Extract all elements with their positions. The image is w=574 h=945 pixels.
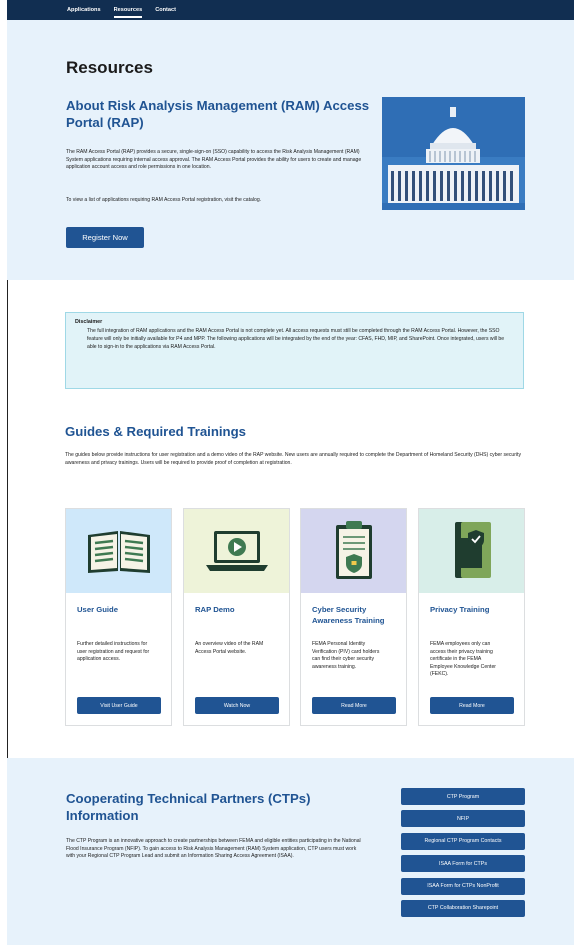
hero-section: Resources About Risk Analysis Management… bbox=[7, 20, 574, 280]
card-title: RAP Demo bbox=[195, 605, 235, 614]
card-description: FEMA employees only can access their pri… bbox=[430, 641, 496, 677]
nav-contact[interactable]: Contact bbox=[155, 0, 176, 20]
ctp-section: Cooperating Technical Partners (CTPs) In… bbox=[7, 758, 574, 945]
shield-book-icon bbox=[419, 509, 524, 593]
guides-heading: Guides & Required Trainings bbox=[65, 424, 246, 439]
watch-now-button[interactable]: Watch Now bbox=[195, 697, 279, 714]
card-title: Cyber Security Awareness Training bbox=[312, 605, 385, 625]
user-guide-card: User Guide Further detailed instructions… bbox=[65, 508, 172, 726]
card-title: Privacy Training bbox=[430, 605, 490, 614]
cyber-security-card: Cyber Security Awareness Training FEMA P… bbox=[300, 508, 407, 726]
disclaimer-text: The full integration of RAM applications… bbox=[87, 328, 505, 350]
ctp-program-button[interactable]: CTP Program bbox=[401, 788, 525, 805]
card-description: Further detailed instructions for user r… bbox=[77, 641, 150, 662]
disclaimer-title: Disclaimer bbox=[75, 319, 103, 325]
card-title: User Guide bbox=[77, 605, 119, 614]
isaa-form-ctps-button[interactable]: ISAA Form for CTPs bbox=[401, 855, 525, 873]
ctp-sharepoint-button[interactable]: CTP Collaboration Sharepoint bbox=[401, 899, 525, 917]
clipboard-shield-icon bbox=[301, 509, 406, 593]
disclaimer-box: Disclaimer The full integration of RAM a… bbox=[65, 312, 524, 389]
catalog-text: To view a list of applications requiring… bbox=[66, 197, 262, 203]
laptop-play-icon bbox=[184, 509, 289, 593]
read-more-cyber-button[interactable]: Read More bbox=[312, 697, 396, 714]
nav-resources[interactable]: Resources bbox=[113, 0, 142, 20]
page-title: Resources bbox=[66, 58, 153, 77]
read-more-privacy-button[interactable]: Read More bbox=[430, 697, 514, 714]
ctp-heading: Cooperating Technical Partners (CTPs) In… bbox=[66, 791, 311, 823]
card-description: FEMA Personal Identity Verification (PIV… bbox=[312, 641, 380, 670]
book-icon bbox=[66, 509, 171, 593]
regional-ctp-contacts-button[interactable]: Regional CTP Program Contacts bbox=[401, 832, 525, 850]
card-description: An overview video of the RAM Access Port… bbox=[195, 641, 264, 655]
ctp-links: CTP Program NFIP Regional CTP Program Co… bbox=[401, 788, 525, 917]
rap-heading: About Risk Analysis Management (RAM) Acc… bbox=[66, 98, 370, 130]
top-navigation: Applications Resources Contact bbox=[7, 0, 574, 20]
visit-user-guide-button[interactable]: Visit User Guide bbox=[77, 697, 161, 714]
register-now-button[interactable]: Register Now bbox=[66, 227, 144, 248]
ctp-description: The CTP Program is an innovative approac… bbox=[66, 838, 361, 859]
capitol-building-image bbox=[382, 97, 525, 210]
rap-description: The RAM Access Portal (RAP) provides a s… bbox=[66, 149, 362, 170]
isaa-form-nonprofit-button[interactable]: ISAA Form for CTPs NonProfit bbox=[401, 877, 525, 895]
nfip-button[interactable]: NFIP bbox=[401, 810, 525, 828]
nav-applications[interactable]: Applications bbox=[67, 0, 101, 20]
privacy-training-card: Privacy Training FEMA employees only can… bbox=[418, 508, 525, 726]
guides-description: The guides below provide instructions fo… bbox=[65, 452, 522, 466]
rap-demo-card: RAP Demo An overview video of the RAM Ac… bbox=[183, 508, 290, 726]
